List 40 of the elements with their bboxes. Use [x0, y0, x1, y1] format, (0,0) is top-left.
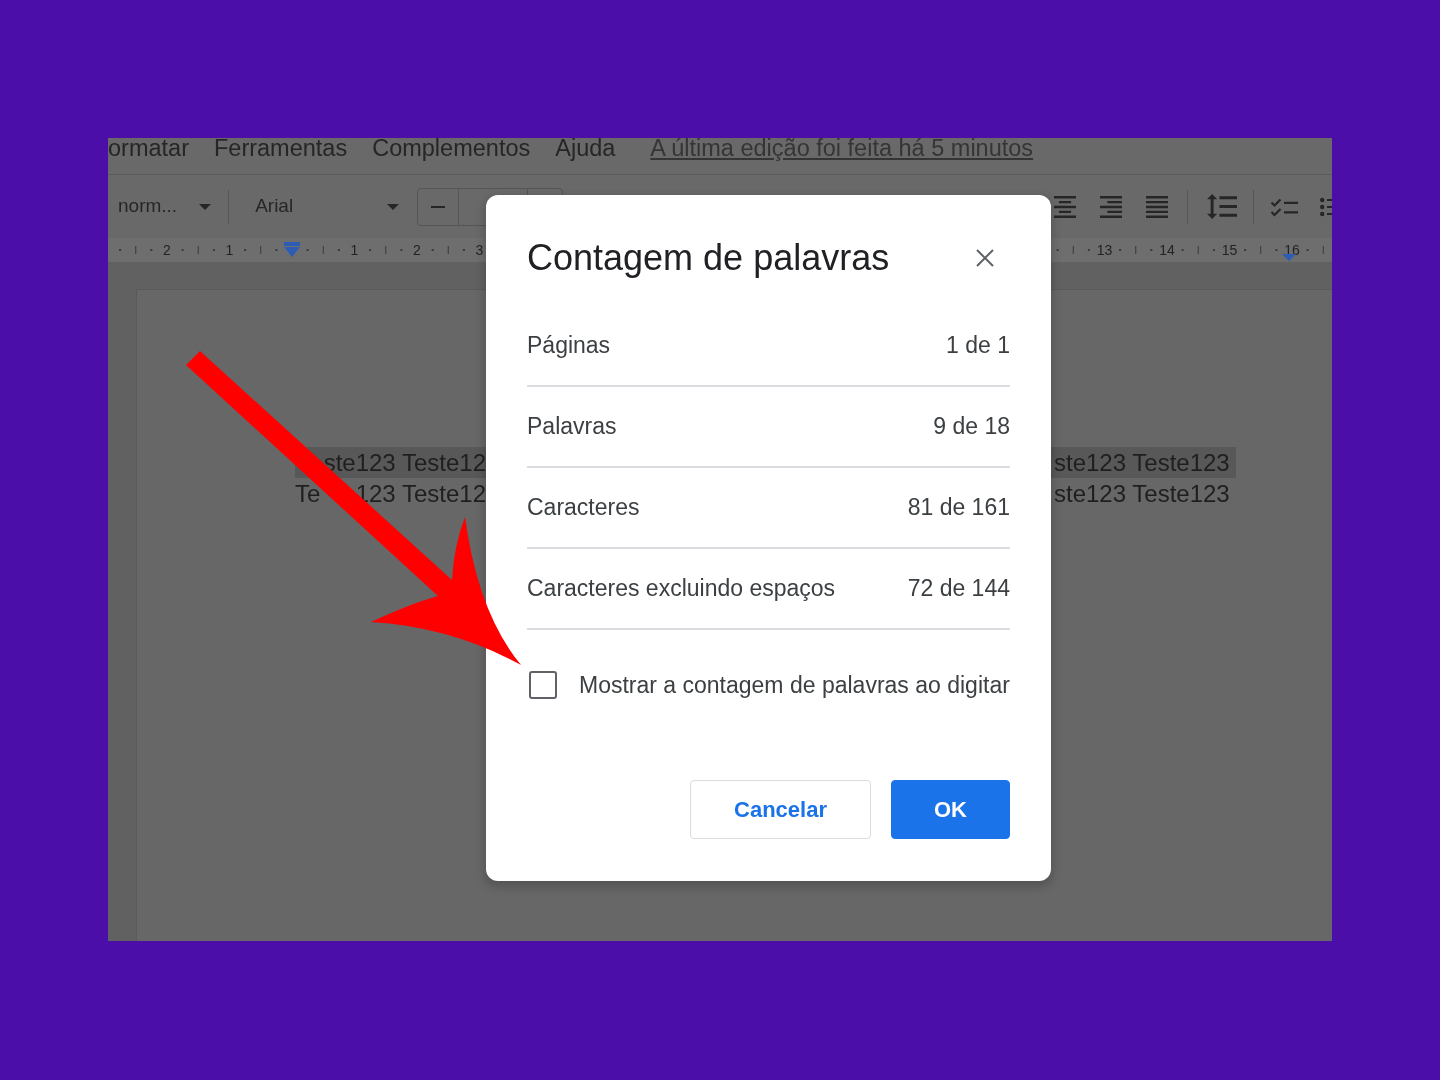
ruler-number: 3 — [475, 242, 484, 258]
caret-icon — [387, 203, 400, 210]
align-right-icon[interactable] — [1100, 195, 1122, 218]
minus-icon — [431, 205, 446, 208]
menu-item[interactable]: ormatar — [108, 138, 189, 158]
ruler-number: 2 — [163, 242, 171, 258]
indent-marker-icon[interactable] — [284, 242, 300, 257]
document-text: ste123 Teste123 — [1053, 448, 1230, 478]
ruler-number: 1 — [350, 242, 359, 258]
stat-label: Páginas — [527, 331, 611, 361]
document-text: Te — [295, 479, 321, 509]
document-text: ste123 Teste12 — [323, 448, 486, 478]
stat-value: 81 de 161 — [907, 493, 1010, 523]
menu-item[interactable]: Ferramentas — [213, 138, 348, 158]
checkbox[interactable] — [529, 671, 557, 699]
stat-label: Caracteres — [527, 493, 640, 523]
ruler-number: 13 — [1096, 242, 1113, 258]
stat-label: Palavras — [527, 412, 617, 442]
paragraph-style-dropdown[interactable]: norm... — [108, 188, 212, 225]
document-text: ste123 Teste123 — [1053, 479, 1230, 509]
cancel-button[interactable]: Cancelar — [690, 780, 871, 839]
stat-value: 9 de 18 — [933, 412, 1010, 442]
caret-icon — [199, 203, 212, 210]
stat-label: Caracteres excluindo espaços — [527, 574, 836, 604]
dialog-title: Contagem de palavras — [527, 237, 890, 279]
align-justify-icon[interactable] — [1146, 195, 1168, 218]
align-center-icon[interactable] — [1054, 195, 1076, 218]
checklist-icon[interactable] — [1270, 196, 1298, 217]
bulleted-list-icon[interactable] — [1320, 196, 1332, 217]
stat-value: 72 de 144 — [907, 574, 1010, 604]
ruler-number: 2 — [413, 242, 421, 258]
ruler-number: 14 — [1159, 242, 1175, 258]
checkbox-label[interactable]: Mostrar a contagem de palavras ao digitar — [579, 667, 1010, 703]
ruler-number: 15 — [1221, 242, 1238, 258]
font-dropdown[interactable]: Arial — [240, 188, 406, 225]
ruler-number: 1 — [225, 242, 234, 258]
close-icon — [976, 249, 994, 267]
stat-value: 1 de 1 — [946, 331, 1010, 361]
ok-button[interactable]: OK — [891, 780, 1010, 839]
line-spacing-icon[interactable] — [1207, 194, 1237, 219]
